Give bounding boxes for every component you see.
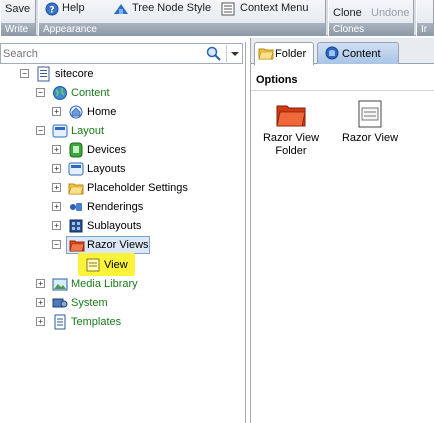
search-icon[interactable]: [204, 45, 224, 62]
tree-node-layout[interactable]: − Layout: [0, 122, 240, 140]
expand-toggle[interactable]: +: [36, 298, 45, 307]
tree-node-templates[interactable]: + Templates: [0, 313, 240, 331]
sublayouts-icon: [68, 218, 84, 234]
devices-icon: [68, 142, 84, 158]
collapse-toggle[interactable]: −: [36, 126, 45, 135]
tab-label: Folder: [275, 48, 307, 60]
tree-label: View: [104, 259, 128, 271]
context-menu-icon: [221, 2, 235, 16]
expand-toggle[interactable]: +: [52, 164, 61, 173]
tree-node-system[interactable]: + System: [0, 294, 240, 312]
tab-label: Content: [342, 48, 381, 60]
partial-group-footer: Ir: [417, 23, 433, 36]
search-box: [0, 43, 243, 64]
view-icon: [85, 257, 101, 273]
expand-toggle[interactable]: +: [52, 221, 61, 230]
tree-label: Content: [71, 87, 110, 99]
tree-node-content[interactable]: − Content: [0, 84, 240, 102]
tree-node-home[interactable]: + Home: [0, 103, 240, 121]
option-razor-view-folder[interactable]: Razor View Folder: [255, 96, 327, 158]
tree-label: Renderings: [87, 201, 144, 213]
templates-icon: [52, 314, 68, 330]
expand-toggle[interactable]: +: [36, 317, 45, 326]
tree-node-sitecore[interactable]: − sitecore: [0, 65, 240, 83]
search-options-dropdown[interactable]: [226, 45, 242, 62]
write-group-footer: Write: [1, 23, 35, 36]
collapse-toggle[interactable]: −: [36, 88, 45, 97]
razor-view-icon: [334, 96, 406, 132]
tree-label: Media Library: [71, 278, 138, 290]
options-title: Options: [256, 74, 298, 86]
collapse-toggle[interactable]: −: [52, 240, 61, 249]
expand-toggle[interactable]: +: [52, 107, 61, 116]
razor-views-folder-icon: [69, 237, 85, 253]
appearance-group: ? Help Tree Node Style Context Menu Appe…: [38, 0, 326, 36]
option-label-line1: Razor View: [341, 132, 399, 144]
tree-node-placeholder-settings[interactable]: + Placeholder Settings: [0, 179, 240, 197]
tree-node-layouts[interactable]: + Layouts: [0, 160, 240, 178]
expand-toggle[interactable]: +: [52, 145, 61, 154]
renderings-icon: [68, 199, 84, 215]
ribbon: Save Write ? Help Tree Node Style Contex…: [0, 0, 434, 36]
tab-content[interactable]: Content: [317, 42, 399, 64]
appearance-group-footer: Appearance: [39, 23, 325, 36]
help-icon: ?: [45, 2, 59, 16]
context-menu-button[interactable]: Context Menu: [240, 2, 308, 14]
clone-button[interactable]: Clone: [333, 7, 362, 19]
option-label-line2: Folder: [275, 145, 307, 157]
tree-node-renderings[interactable]: + Renderings: [0, 198, 240, 216]
tree-label: sitecore: [55, 68, 94, 80]
tree-label: Home: [87, 106, 117, 118]
options-divider: [251, 90, 434, 91]
partial-group: Ir: [416, 0, 434, 36]
help-button[interactable]: Help: [62, 2, 85, 14]
tree-label: Razor Views: [87, 239, 149, 251]
svg-text:?: ?: [49, 6, 54, 16]
folder-icon: [258, 45, 274, 61]
tree-label: Sublayouts: [87, 220, 142, 232]
save-button[interactable]: Save: [5, 3, 30, 15]
tab-folder[interactable]: Folder: [254, 42, 314, 65]
editor-pane: Folder Content Options Razor View Folder…: [250, 38, 434, 423]
expand-toggle[interactable]: +: [52, 202, 61, 211]
tree-label: Layouts: [87, 163, 126, 175]
tree-node-sublayouts[interactable]: + Sublayouts: [0, 217, 240, 235]
tree-node-media-library[interactable]: + Media Library: [0, 275, 240, 293]
expand-toggle[interactable]: +: [36, 279, 45, 288]
layouts-icon: [68, 161, 84, 177]
tree-node-style-icon: [113, 2, 128, 16]
tree-label: Layout: [71, 125, 105, 137]
undone-button[interactable]: Undone: [371, 7, 410, 19]
tree-label: Devices: [87, 144, 127, 156]
sitecore-root-icon: [36, 66, 52, 82]
tree-label: Placeholder Settings: [87, 182, 188, 194]
layout-icon: [52, 123, 68, 139]
media-library-icon: [52, 276, 68, 292]
tree-node-view[interactable]: View: [0, 253, 240, 276]
tree-label: System: [71, 297, 108, 309]
collapse-toggle[interactable]: −: [20, 69, 29, 78]
tree-node-razor-views[interactable]: − Razor Views: [0, 236, 240, 254]
tree-node-devices[interactable]: + Devices: [0, 141, 240, 159]
content-globe-icon: [52, 85, 68, 101]
razor-view-folder-icon: [255, 96, 327, 132]
option-razor-view[interactable]: Razor View: [334, 96, 406, 145]
search-input[interactable]: [2, 45, 202, 62]
home-icon: [68, 104, 84, 120]
clones-group: Clone Undone Clones: [328, 0, 414, 36]
option-label-line1: Razor View: [262, 132, 320, 144]
placeholder-folder-icon: [68, 180, 84, 196]
system-icon: [52, 295, 68, 311]
write-group: Save Write: [0, 0, 36, 36]
editor-tabs: Folder Content: [251, 38, 434, 65]
tree-node-style-button[interactable]: Tree Node Style: [132, 2, 211, 14]
content-tree-pane: − sitecore − Content + Home −: [0, 42, 246, 423]
expand-toggle[interactable]: +: [52, 183, 61, 192]
tree-label: Templates: [71, 316, 122, 328]
content-tab-icon: [324, 45, 340, 61]
clones-group-footer: Clones: [329, 23, 413, 36]
